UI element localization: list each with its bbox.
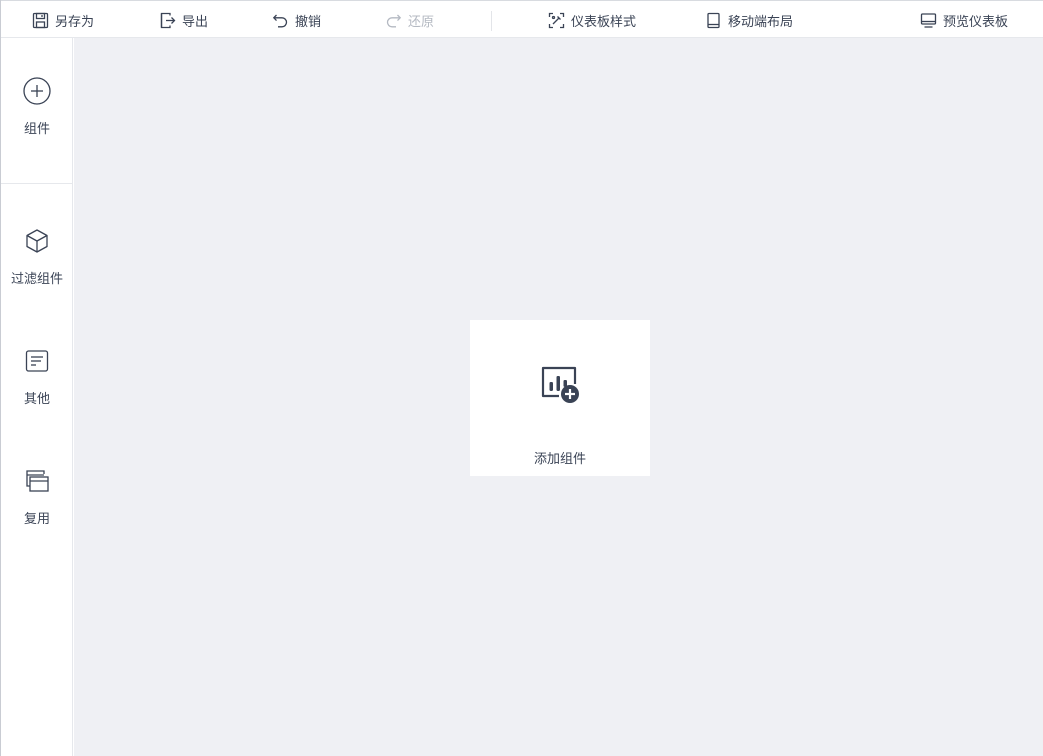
redo-button[interactable]: 还原 (384, 9, 434, 31)
style-brush-icon (547, 11, 565, 29)
component-sidebar: 组件 过滤组件 其他 复用 (1, 38, 73, 756)
sidebar-item-reuse[interactable]: 复用 (1, 466, 73, 527)
add-widget-card[interactable]: 添加组件 (470, 320, 650, 476)
undo-icon (271, 11, 289, 29)
sidebar-item-label: 组件 (23, 122, 50, 137)
sidebar-divider (1, 183, 73, 184)
sidebar-item-label: 复用 (23, 512, 50, 527)
toolbar: 另存为 导出 撤销 还原 仪表板样式 移动端布局 预览仪表板 (1, 0, 1043, 38)
dashboard-style-button[interactable]: 仪表板样式 (547, 9, 636, 31)
sidebar-item-label: 过滤组件 (10, 272, 63, 287)
dashboard-canvas[interactable]: 添加组件 (74, 38, 1043, 756)
add-widget-label: 添加组件 (533, 452, 586, 467)
undo-button[interactable]: 撤销 (271, 9, 321, 31)
dashboard-style-label: 仪表板样式 (571, 14, 637, 30)
monitor-icon (919, 11, 937, 29)
sidebar-item-label: 其他 (23, 392, 50, 407)
save-icon (31, 11, 49, 29)
dashboard-editor: 另存为 导出 撤销 还原 仪表板样式 移动端布局 预览仪表板 组件 过滤组件 其… (0, 0, 1043, 756)
plus-circle-icon (22, 76, 52, 106)
redo-icon (384, 11, 402, 29)
redo-label: 还原 (408, 14, 435, 30)
export-label: 导出 (182, 14, 209, 30)
chart-add-icon (540, 364, 580, 404)
save-as-button[interactable]: 另存为 (31, 9, 94, 31)
mobile-layout-button[interactable]: 移动端布局 (704, 9, 793, 31)
export-button[interactable]: 导出 (158, 9, 208, 31)
undo-label: 撤销 (295, 14, 322, 30)
sidebar-item-filter-components[interactable]: 过滤组件 (1, 226, 73, 287)
cube-icon (22, 226, 52, 256)
sidebar-item-components[interactable]: 组件 (1, 76, 73, 137)
preview-dashboard-label: 预览仪表板 (943, 14, 1009, 30)
mobile-icon (704, 11, 722, 29)
save-as-label: 另存为 (55, 14, 95, 30)
preview-dashboard-button[interactable]: 预览仪表板 (919, 9, 1008, 31)
export-icon (158, 11, 176, 29)
mobile-layout-label: 移动端布局 (728, 14, 794, 30)
sidebar-item-others[interactable]: 其他 (1, 346, 73, 407)
windows-stack-icon (22, 466, 52, 496)
document-lines-icon (22, 346, 52, 376)
toolbar-divider (491, 11, 492, 31)
